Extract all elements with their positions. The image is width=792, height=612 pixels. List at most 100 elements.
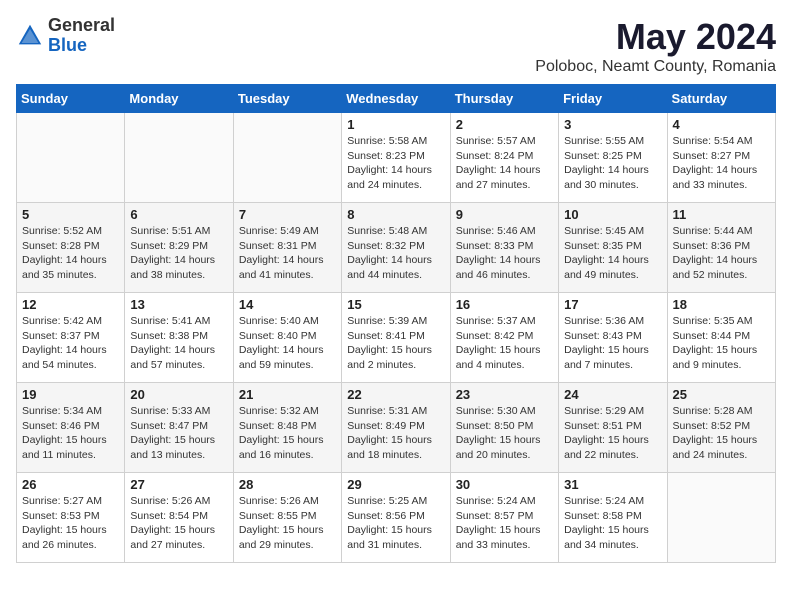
day-number: 11 — [673, 207, 770, 222]
day-number: 10 — [564, 207, 661, 222]
day-info: Sunrise: 5:54 AM Sunset: 8:27 PM Dayligh… — [673, 134, 770, 193]
day-number: 17 — [564, 297, 661, 312]
day-info: Sunrise: 5:24 AM Sunset: 8:58 PM Dayligh… — [564, 494, 661, 553]
logo-icon — [16, 22, 44, 50]
day-info: Sunrise: 5:52 AM Sunset: 8:28 PM Dayligh… — [22, 224, 119, 283]
day-cell: 21 Sunrise: 5:32 AM Sunset: 8:48 PM Dayli… — [233, 383, 341, 473]
day-number: 20 — [130, 387, 227, 402]
day-cell: 19 Sunrise: 5:34 AM Sunset: 8:46 PM Dayli… — [17, 383, 125, 473]
day-cell: 31 Sunrise: 5:24 AM Sunset: 8:58 PM Dayli… — [559, 473, 667, 563]
day-info: Sunrise: 5:39 AM Sunset: 8:41 PM Dayligh… — [347, 314, 444, 373]
calendar-table: SundayMondayTuesdayWednesdayThursdayFrid… — [16, 84, 776, 563]
day-cell: 5 Sunrise: 5:52 AM Sunset: 8:28 PM Daylig… — [17, 203, 125, 293]
day-info: Sunrise: 5:46 AM Sunset: 8:33 PM Dayligh… — [456, 224, 553, 283]
subtitle: Poloboc, Neamt County, Romania — [535, 58, 776, 76]
week-row-3: 12Sunrise: 5:42 AM Sunset: 8:37 PM Dayli… — [17, 293, 776, 383]
column-header-tuesday: Tuesday — [233, 85, 341, 113]
day-cell: 22 Sunrise: 5:31 AM Sunset: 8:49 PM Dayli… — [342, 383, 450, 473]
day-info: Sunrise: 5:57 AM Sunset: 8:24 PM Dayligh… — [456, 134, 553, 193]
day-number: 18 — [673, 297, 770, 312]
day-cell: 17 Sunrise: 5:36 AM Sunset: 8:43 PM Dayli… — [559, 293, 667, 383]
day-info: Sunrise: 5:34 AM Sunset: 8:46 PM Dayligh… — [22, 404, 119, 463]
day-cell: 3Sunrise: 5:55 AM Sunset: 8:25 PM Daylig… — [559, 113, 667, 203]
day-cell: 12Sunrise: 5:42 AM Sunset: 8:37 PM Dayli… — [17, 293, 125, 383]
day-info: Sunrise: 5:28 AM Sunset: 8:52 PM Dayligh… — [673, 404, 770, 463]
day-number: 26 — [22, 477, 119, 492]
logo: General Blue — [16, 16, 115, 56]
day-info: Sunrise: 5:29 AM Sunset: 8:51 PM Dayligh… — [564, 404, 661, 463]
day-cell: 10Sunrise: 5:45 AM Sunset: 8:35 PM Dayli… — [559, 203, 667, 293]
day-cell: 13 Sunrise: 5:41 AM Sunset: 8:38 PM Dayli… — [125, 293, 233, 383]
day-cell: 30Sunrise: 5:24 AM Sunset: 8:57 PM Dayli… — [450, 473, 558, 563]
day-info: Sunrise: 5:49 AM Sunset: 8:31 PM Dayligh… — [239, 224, 336, 283]
main-title: May 2024 — [535, 16, 776, 58]
day-cell: 23 Sunrise: 5:30 AM Sunset: 8:50 PM Dayli… — [450, 383, 558, 473]
day-cell: 25 Sunrise: 5:28 AM Sunset: 8:52 PM Dayli… — [667, 383, 775, 473]
day-number: 24 — [564, 387, 661, 402]
title-block: May 2024 Poloboc, Neamt County, Romania — [535, 16, 776, 76]
day-info: Sunrise: 5:41 AM Sunset: 8:38 PM Dayligh… — [130, 314, 227, 373]
day-info: Sunrise: 5:37 AM Sunset: 8:42 PM Dayligh… — [456, 314, 553, 373]
day-cell: 7 Sunrise: 5:49 AM Sunset: 8:31 PM Daylig… — [233, 203, 341, 293]
day-cell: 11 Sunrise: 5:44 AM Sunset: 8:36 PM Dayli… — [667, 203, 775, 293]
day-info: Sunrise: 5:30 AM Sunset: 8:50 PM Dayligh… — [456, 404, 553, 463]
day-cell: 26 Sunrise: 5:27 AM Sunset: 8:53 PM Dayli… — [17, 473, 125, 563]
day-number: 1 — [347, 117, 444, 132]
logo-text: General Blue — [48, 16, 115, 56]
page-header: General Blue May 2024 Poloboc, Neamt Cou… — [16, 16, 776, 76]
day-info: Sunrise: 5:58 AM Sunset: 8:23 PM Dayligh… — [347, 134, 444, 193]
day-cell: 18 Sunrise: 5:35 AM Sunset: 8:44 PM Dayli… — [667, 293, 775, 383]
day-cell: 29Sunrise: 5:25 AM Sunset: 8:56 PM Dayli… — [342, 473, 450, 563]
day-info: Sunrise: 5:36 AM Sunset: 8:43 PM Dayligh… — [564, 314, 661, 373]
column-header-saturday: Saturday — [667, 85, 775, 113]
column-header-monday: Monday — [125, 85, 233, 113]
column-header-sunday: Sunday — [17, 85, 125, 113]
day-cell: 24 Sunrise: 5:29 AM Sunset: 8:51 PM Dayli… — [559, 383, 667, 473]
day-number: 21 — [239, 387, 336, 402]
day-number: 12 — [22, 297, 119, 312]
day-number: 16 — [456, 297, 553, 312]
day-cell: 6Sunrise: 5:51 AM Sunset: 8:29 PM Daylig… — [125, 203, 233, 293]
day-number: 19 — [22, 387, 119, 402]
day-number: 2 — [456, 117, 553, 132]
day-number: 5 — [22, 207, 119, 222]
day-cell: 9Sunrise: 5:46 AM Sunset: 8:33 PM Daylig… — [450, 203, 558, 293]
week-row-2: 5 Sunrise: 5:52 AM Sunset: 8:28 PM Daylig… — [17, 203, 776, 293]
day-info: Sunrise: 5:31 AM Sunset: 8:49 PM Dayligh… — [347, 404, 444, 463]
day-number: 25 — [673, 387, 770, 402]
day-cell: 1 Sunrise: 5:58 AM Sunset: 8:23 PM Daylig… — [342, 113, 450, 203]
day-cell: 14 Sunrise: 5:40 AM Sunset: 8:40 PM Dayli… — [233, 293, 341, 383]
logo-general: General — [48, 15, 115, 35]
day-cell — [667, 473, 775, 563]
day-cell: 27Sunrise: 5:26 AM Sunset: 8:54 PM Dayli… — [125, 473, 233, 563]
day-number: 22 — [347, 387, 444, 402]
day-cell: 8Sunrise: 5:48 AM Sunset: 8:32 PM Daylig… — [342, 203, 450, 293]
day-number: 31 — [564, 477, 661, 492]
day-info: Sunrise: 5:33 AM Sunset: 8:47 PM Dayligh… — [130, 404, 227, 463]
day-number: 28 — [239, 477, 336, 492]
day-info: Sunrise: 5:48 AM Sunset: 8:32 PM Dayligh… — [347, 224, 444, 283]
week-row-5: 26 Sunrise: 5:27 AM Sunset: 8:53 PM Dayli… — [17, 473, 776, 563]
day-info: Sunrise: 5:27 AM Sunset: 8:53 PM Dayligh… — [22, 494, 119, 553]
day-number: 13 — [130, 297, 227, 312]
day-number: 23 — [456, 387, 553, 402]
day-info: Sunrise: 5:40 AM Sunset: 8:40 PM Dayligh… — [239, 314, 336, 373]
day-cell: 20 Sunrise: 5:33 AM Sunset: 8:47 PM Dayli… — [125, 383, 233, 473]
header-row: SundayMondayTuesdayWednesdayThursdayFrid… — [17, 85, 776, 113]
day-info: Sunrise: 5:32 AM Sunset: 8:48 PM Dayligh… — [239, 404, 336, 463]
day-cell: 15 Sunrise: 5:39 AM Sunset: 8:41 PM Dayli… — [342, 293, 450, 383]
day-info: Sunrise: 5:51 AM Sunset: 8:29 PM Dayligh… — [130, 224, 227, 283]
column-header-thursday: Thursday — [450, 85, 558, 113]
day-number: 29 — [347, 477, 444, 492]
day-number: 15 — [347, 297, 444, 312]
day-info: Sunrise: 5:35 AM Sunset: 8:44 PM Dayligh… — [673, 314, 770, 373]
logo-blue-text: Blue — [48, 35, 87, 55]
day-info: Sunrise: 5:24 AM Sunset: 8:57 PM Dayligh… — [456, 494, 553, 553]
day-cell: 16 Sunrise: 5:37 AM Sunset: 8:42 PM Dayli… — [450, 293, 558, 383]
day-cell: 2 Sunrise: 5:57 AM Sunset: 8:24 PM Daylig… — [450, 113, 558, 203]
day-cell — [233, 113, 341, 203]
day-number: 7 — [239, 207, 336, 222]
day-number: 14 — [239, 297, 336, 312]
day-info: Sunrise: 5:44 AM Sunset: 8:36 PM Dayligh… — [673, 224, 770, 283]
day-cell — [17, 113, 125, 203]
